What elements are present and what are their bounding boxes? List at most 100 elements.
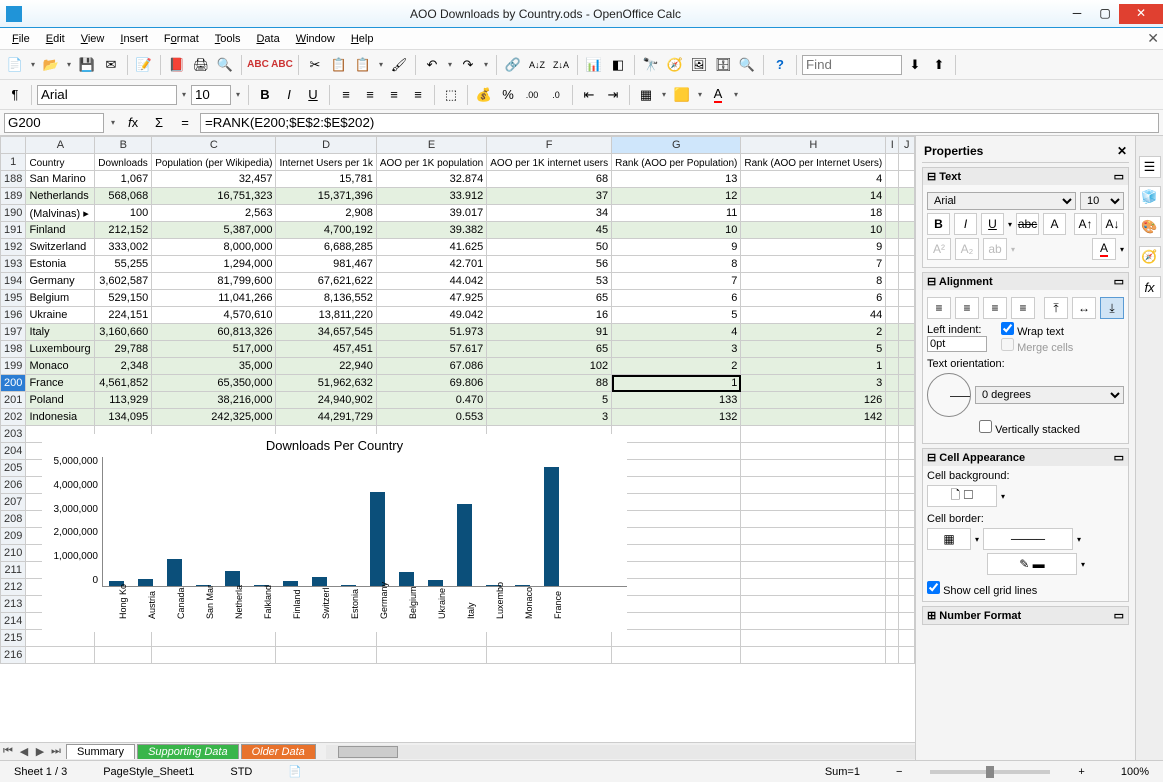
- col-header-C[interactable]: C: [152, 137, 276, 154]
- cell-192-C[interactable]: 8,000,000: [152, 239, 276, 256]
- status-pagestyle[interactable]: PageStyle_Sheet1: [95, 766, 202, 778]
- cell-197-E[interactable]: 51.973: [376, 324, 486, 341]
- cell-190-B[interactable]: 100: [95, 205, 152, 222]
- cell-188-J[interactable]: [899, 171, 915, 188]
- cell-188-D[interactable]: 15,781: [276, 171, 376, 188]
- cell-202-A[interactable]: Indonesia: [26, 409, 95, 426]
- chart-bar-15[interactable]: [544, 467, 559, 586]
- cell-200-C[interactable]: 65,350,000: [152, 375, 276, 392]
- sidebar-shrink-font-button[interactable]: A↓: [1101, 213, 1124, 235]
- cell-194-G[interactable]: 7: [612, 273, 741, 290]
- cell-202-C[interactable]: 242,325,000: [152, 409, 276, 426]
- menu-insert[interactable]: Insert: [112, 31, 156, 47]
- cell-212-G[interactable]: [612, 579, 741, 596]
- row-header-200[interactable]: 200: [1, 375, 26, 392]
- cell-196-F[interactable]: 16: [487, 307, 612, 324]
- valign-bottom-button[interactable]: ⤓: [1100, 297, 1124, 319]
- cell-201-D[interactable]: 24,940,902: [276, 392, 376, 409]
- cell-205-H[interactable]: [741, 460, 886, 477]
- cell-215-C[interactable]: [152, 630, 276, 647]
- cell-202-H[interactable]: 142: [741, 409, 886, 426]
- cell-202-I[interactable]: [886, 409, 899, 426]
- status-sum[interactable]: Sum=1: [817, 766, 868, 778]
- cell-199-F[interactable]: 102: [487, 358, 612, 375]
- cell-189-B[interactable]: 568,068: [95, 188, 152, 205]
- chart-bar-10[interactable]: [399, 572, 414, 586]
- row-header-203[interactable]: 203: [1, 426, 26, 443]
- row-header-195[interactable]: 195: [1, 290, 26, 307]
- cell-190-D[interactable]: 2,908: [276, 205, 376, 222]
- cell-189-C[interactable]: 16,751,323: [152, 188, 276, 205]
- border-color-button[interactable]: ✎ ▬: [987, 553, 1077, 575]
- cell-188-F[interactable]: 68: [487, 171, 612, 188]
- cell-203-H[interactable]: [741, 426, 886, 443]
- cell-190-E[interactable]: 39.017: [376, 205, 486, 222]
- cell-198-A[interactable]: Luxembourg: [26, 341, 95, 358]
- cell-215-G[interactable]: [612, 630, 741, 647]
- menu-file[interactable]: File: [4, 31, 38, 47]
- cell-193-B[interactable]: 55,255: [95, 256, 152, 273]
- cell-206-I[interactable]: [886, 477, 899, 494]
- maximize-button[interactable]: ▢: [1091, 4, 1119, 24]
- zoom-slider[interactable]: [930, 770, 1050, 774]
- properties-close-icon[interactable]: ✕: [1117, 144, 1127, 158]
- border-style-button[interactable]: ▦: [927, 528, 971, 550]
- cell-199-J[interactable]: [899, 358, 915, 375]
- hyperlink-icon[interactable]: 🔗: [502, 54, 524, 76]
- col-header-F[interactable]: F: [487, 137, 612, 154]
- cell-201-I[interactable]: [886, 392, 899, 409]
- halign-right-button[interactable]: ≡: [983, 297, 1007, 319]
- cell-192-A[interactable]: Switzerland: [26, 239, 95, 256]
- cell-188-B[interactable]: 1,067: [95, 171, 152, 188]
- cell-199-D[interactable]: 22,940: [276, 358, 376, 375]
- cell-211-G[interactable]: [612, 562, 741, 579]
- align-center-button[interactable]: ≡: [359, 84, 381, 106]
- cell-196-D[interactable]: 13,811,220: [276, 307, 376, 324]
- cell-215-J[interactable]: [899, 630, 915, 647]
- cell-191-H[interactable]: 10: [741, 222, 886, 239]
- cell-194-D[interactable]: 67,621,622: [276, 273, 376, 290]
- row-header-208[interactable]: 208: [1, 511, 26, 528]
- cell-201-H[interactable]: 126: [741, 392, 886, 409]
- cell-191-C[interactable]: 5,387,000: [152, 222, 276, 239]
- cell-204-H[interactable]: [741, 443, 886, 460]
- cell-194-F[interactable]: 53: [487, 273, 612, 290]
- left-indent-input[interactable]: [927, 336, 987, 352]
- cell-210-J[interactable]: [899, 545, 915, 562]
- cell-214-J[interactable]: [899, 613, 915, 630]
- fontcolor-dropdown[interactable]: ▾: [731, 90, 741, 99]
- sidebar-highlight-button[interactable]: ab: [983, 238, 1007, 260]
- cell-203-J[interactable]: [899, 426, 915, 443]
- cell-191-D[interactable]: 4,700,192: [276, 222, 376, 239]
- cell-1-I[interactable]: [886, 154, 899, 171]
- cell-190-G[interactable]: 11: [612, 205, 741, 222]
- cell-197-G[interactable]: 4: [612, 324, 741, 341]
- sidebar-strike-button[interactable]: abc: [1016, 213, 1039, 235]
- col-header-J[interactable]: J: [899, 137, 915, 154]
- cell-199-B[interactable]: 2,348: [95, 358, 152, 375]
- row-header-196[interactable]: 196: [1, 307, 26, 324]
- cell-192-G[interactable]: 9: [612, 239, 741, 256]
- tab-supporting-data[interactable]: Supporting Data: [137, 744, 239, 759]
- format-paintbrush-icon[interactable]: 🖌: [388, 54, 410, 76]
- percent-button[interactable]: %: [497, 84, 519, 106]
- cell-200-F[interactable]: 88: [487, 375, 612, 392]
- cell-195-G[interactable]: 6: [612, 290, 741, 307]
- sidebar-subscript-button[interactable]: A₂: [955, 238, 979, 260]
- cell-202-E[interactable]: 0.553: [376, 409, 486, 426]
- cell-195-J[interactable]: [899, 290, 915, 307]
- show-draw-icon[interactable]: ◧: [607, 54, 629, 76]
- halign-justify-button[interactable]: ≡: [1011, 297, 1035, 319]
- font-name-dropdown[interactable]: ▾: [179, 90, 189, 99]
- row-header-1[interactable]: 1: [1, 154, 26, 171]
- sidebar-shadow-button[interactable]: A: [1043, 213, 1066, 235]
- fontcolor-button[interactable]: A: [707, 84, 729, 106]
- email-icon[interactable]: ✉: [100, 54, 122, 76]
- cell-193-F[interactable]: 56: [487, 256, 612, 273]
- cell-192-B[interactable]: 333,002: [95, 239, 152, 256]
- autospell-icon[interactable]: ABC: [271, 54, 293, 76]
- cell-206-H[interactable]: [741, 477, 886, 494]
- tab-first-button[interactable]: ⏮: [0, 745, 16, 758]
- menu-view[interactable]: View: [73, 31, 113, 47]
- number-format-section[interactable]: ⊞ Number Format▭: [922, 606, 1129, 625]
